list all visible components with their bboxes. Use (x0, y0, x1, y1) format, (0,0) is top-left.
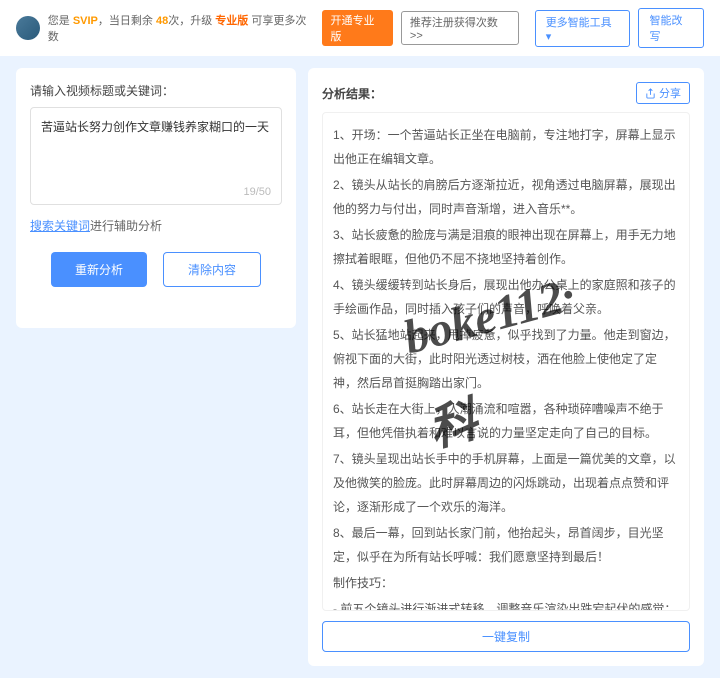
input-label: 请输入视频标题或关键词： (30, 82, 282, 99)
result-line: 1、开场：一个苦逼站长正坐在电脑前，专注地打字，屏幕上显示出他正在编辑文章。 (333, 123, 679, 171)
avatar (16, 16, 40, 40)
helper-text: 搜索关键词进行辅助分析 (30, 217, 282, 234)
result-line: 8、最后一幕，回到站长家门前，他抬起头，昂首阔步，目光坚定，似乎在为所有站长呼喊… (333, 521, 679, 569)
more-tools-button[interactable]: 更多智能工具 ▾ (535, 10, 631, 47)
smart-rewrite-button[interactable]: 智能改写 (638, 8, 704, 48)
search-keyword-link[interactable]: 搜索关键词 (30, 219, 90, 233)
result-line: 3、站长疲惫的脸庞与满是泪痕的眼神出现在屏幕上，用手无力地擦拭着眼眶，但他仍不屈… (333, 223, 679, 271)
clear-button[interactable]: 清除内容 (163, 252, 261, 287)
result-line: 6、站长走在大街上，人潮涌流和喧嚣，各种琐碎嘈噪声不绝于耳，但他凭借执着和难以言… (333, 397, 679, 445)
keyword-input[interactable] (41, 118, 271, 178)
result-line: - 前五个镜头进行渐进式转移，调整音乐渲染出跌宕起伏的感觉； (333, 597, 679, 611)
reanalyze-button[interactable]: 重新分析 (51, 252, 147, 287)
result-line: 4、镜头缓缓转到站长身后，展现出他办公桌上的家庭照和孩子的手绘画作品，同时插入孩… (333, 273, 679, 321)
result-title: 分析结果： (322, 85, 382, 102)
result-line: 5、站长猛地站起来，甩掉疲惫，似乎找到了力量。他走到窗边，俯视下面的大街，此时阳… (333, 323, 679, 395)
result-panel: 分析结果： 分享 boke112·科 1、开场：一个苦逼站长正坐在电脑前，专注地… (308, 68, 704, 666)
result-content[interactable]: boke112·科 1、开场：一个苦逼站长正坐在电脑前，专注地打字，屏幕上显示出… (322, 112, 690, 611)
copy-all-button[interactable]: 一键复制 (322, 621, 690, 652)
upgrade-pro-badge[interactable]: 开通专业版 (322, 10, 392, 46)
share-icon (645, 88, 656, 99)
result-line: 2、镜头从站长的肩膀后方逐渐拉近，视角透过电脑屏幕，展现出他的努力与付出，同时声… (333, 173, 679, 221)
result-line: 7、镜头呈现出站长手中的手机屏幕，上面是一篇优美的文章，以及他微笑的脸庞。此时屏… (333, 447, 679, 519)
recommend-register-link[interactable]: 推荐注册获得次数>> (401, 11, 519, 45)
share-button[interactable]: 分享 (636, 82, 690, 104)
char-counter: 19/50 (243, 186, 271, 198)
status-text: 您是 SVIP，当日剩余 48次，升级 专业版 可享更多次数 (48, 12, 315, 44)
input-panel: 请输入视频标题或关键词： 19/50 搜索关键词进行辅助分析 重新分析 清除内容 (16, 68, 296, 328)
result-line: 制作技巧： (333, 571, 679, 595)
